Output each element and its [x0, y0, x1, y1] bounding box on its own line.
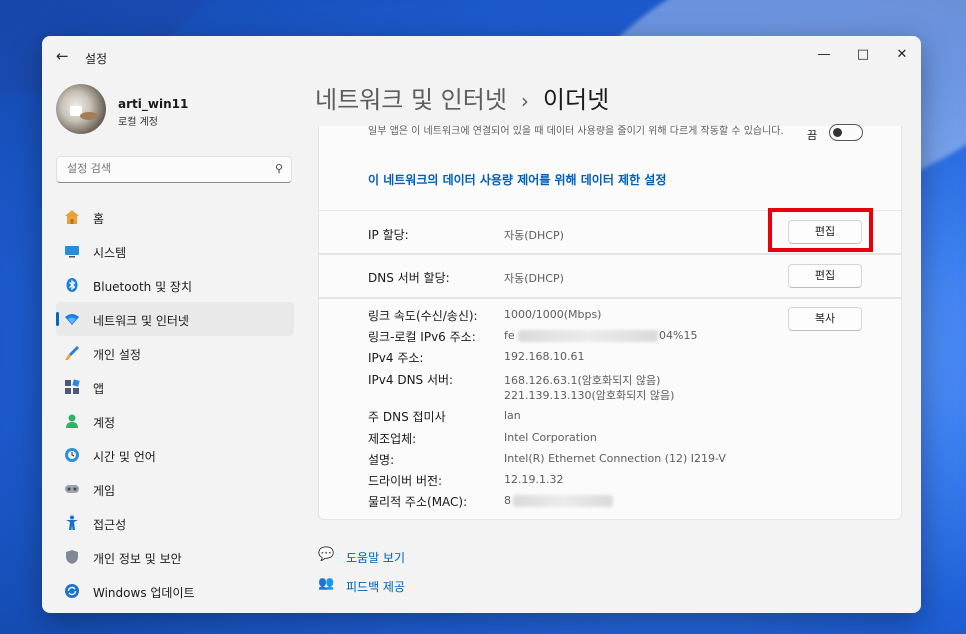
- property-label: 물리적 주소(MAC):: [368, 495, 468, 509]
- property-label: IPv4 주소:: [368, 351, 424, 365]
- property-label: 링크-로컬 IPv6 주소:: [368, 330, 476, 344]
- property-value: 192.168.10.61: [504, 350, 585, 363]
- property-value-prefix: 8: [504, 494, 511, 507]
- property-value: 12.19.1.32: [504, 473, 564, 486]
- help-link[interactable]: 도움말 보기: [346, 549, 405, 566]
- highlight-box: [768, 208, 873, 252]
- apps-icon: [65, 379, 80, 394]
- maximize-icon[interactable]: □: [848, 42, 878, 68]
- property-label: 제조업체:: [368, 432, 417, 446]
- metered-toggle[interactable]: [829, 124, 863, 141]
- breadcrumb-parent[interactable]: 네트워크 및 인터넷: [315, 86, 507, 114]
- properties-card: 복사 링크 속도(수신/송신): 1000/1000(Mbps) 링크-로컬 I…: [318, 298, 902, 520]
- system-icon: [65, 246, 79, 258]
- shield-icon: [66, 550, 78, 564]
- dns-assignment-row: DNS 서버 할당: 자동(DHCP) 편집: [318, 254, 902, 298]
- breadcrumb: 네트워크 및 인터넷 › 이더넷: [315, 80, 609, 115]
- feedback-icon: 👥: [318, 576, 335, 591]
- page-title: 이더넷: [542, 86, 610, 114]
- wifi-icon: [65, 314, 79, 325]
- sidebar-item-home[interactable]: 홈: [56, 200, 294, 234]
- sidebar-item-accounts[interactable]: 계정: [56, 404, 294, 438]
- user-name: arti_win11: [118, 97, 189, 111]
- property-value: 221.139.13.130(암호화되지 않음): [504, 389, 675, 402]
- sidebar-item-bluetooth[interactable]: Bluetooth 및 장치: [56, 268, 294, 302]
- sidebar-item-time-language[interactable]: 시간 및 언어: [56, 438, 294, 472]
- property-value: 168.126.63.1(암호화되지 않음): [504, 374, 661, 387]
- property-value: Intel(R) Ethernet Connection (12) I219-V: [504, 452, 726, 465]
- ip-assignment-label: IP 할당:: [368, 228, 409, 242]
- brush-icon: [65, 346, 79, 360]
- property-label: 주 DNS 접미사: [368, 410, 446, 424]
- sidebar-item-accessibility[interactable]: 접근성: [56, 506, 294, 540]
- close-icon[interactable]: ✕: [887, 42, 917, 68]
- property-value: 1000/1000(Mbps): [504, 308, 602, 321]
- sidebar-item-apps[interactable]: 앱: [56, 370, 294, 404]
- search-input[interactable]: [65, 161, 269, 176]
- sidebar-item-personalization[interactable]: 개인 설정: [56, 336, 294, 370]
- search-box[interactable]: ⚲: [56, 156, 292, 183]
- globe-clock-icon: [65, 448, 79, 462]
- minimize-icon[interactable]: —: [809, 42, 839, 68]
- property-label: IPv4 DNS 서버:: [368, 373, 454, 387]
- property-label: 드라이버 버전:: [368, 474, 443, 488]
- sidebar-item-privacy[interactable]: 개인 정보 및 보안: [56, 540, 294, 574]
- property-value-prefix: fe: [504, 329, 515, 342]
- sidebar-item-system[interactable]: 시스템: [56, 234, 294, 268]
- back-arrow-icon[interactable]: ←: [56, 47, 69, 65]
- search-icon[interactable]: ⚲: [275, 162, 283, 175]
- accessibility-icon: [66, 515, 78, 530]
- window-title: 설정: [85, 52, 108, 66]
- redacted-value: [518, 330, 658, 342]
- dns-assignment-label: DNS 서버 할당:: [368, 271, 450, 285]
- gamepad-icon: [65, 485, 79, 493]
- property-label: 링크 속도(수신/송신):: [368, 309, 478, 323]
- account-type: 로컬 계정: [118, 117, 158, 128]
- edit-dns-button[interactable]: 편집: [788, 264, 862, 288]
- ip-assignment-value: 자동(DHCP): [504, 229, 564, 242]
- property-value-suffix: 04%15: [659, 329, 698, 342]
- breadcrumb-separator: ›: [520, 89, 529, 113]
- redacted-value: [513, 495, 613, 507]
- help-icon: 💬: [318, 547, 335, 562]
- toggle-label: 끔: [807, 129, 818, 142]
- copy-button[interactable]: 복사: [788, 307, 862, 331]
- feedback-link[interactable]: 피드백 제공: [346, 578, 405, 595]
- settings-window: ← 설정 — □ ✕ arti_win11 로컬 계정 ⚲ 홈 시스템 Blue…: [42, 36, 921, 613]
- sidebar-item-windows-update[interactable]: Windows 업데이트: [56, 574, 294, 608]
- bluetooth-icon: [66, 278, 78, 292]
- sidebar-nav: 홈 시스템 Bluetooth 및 장치 네트워크 및 인터넷 개인 설정 앱 …: [56, 200, 294, 608]
- home-icon: [65, 210, 79, 224]
- property-value: lan: [504, 409, 521, 422]
- property-value: Intel Corporation: [504, 431, 597, 444]
- avatar[interactable]: [56, 84, 106, 134]
- data-limit-link[interactable]: 이 네트워크의 데이터 사용량 제어를 위해 데이터 제한 설정: [368, 171, 666, 188]
- account-icon: [66, 414, 78, 428]
- metered-description: 일부 앱은 이 네트워크에 연결되어 있을 때 데이터 사용량을 줄이기 위해 …: [368, 126, 784, 137]
- title-bar: ← 설정 — □ ✕: [42, 36, 921, 76]
- sidebar-item-network[interactable]: 네트워크 및 인터넷: [56, 302, 294, 336]
- property-label: 설명:: [368, 453, 395, 467]
- sidebar-item-gaming[interactable]: 게임: [56, 472, 294, 506]
- dns-assignment-value: 자동(DHCP): [504, 272, 564, 285]
- update-icon: [65, 584, 79, 598]
